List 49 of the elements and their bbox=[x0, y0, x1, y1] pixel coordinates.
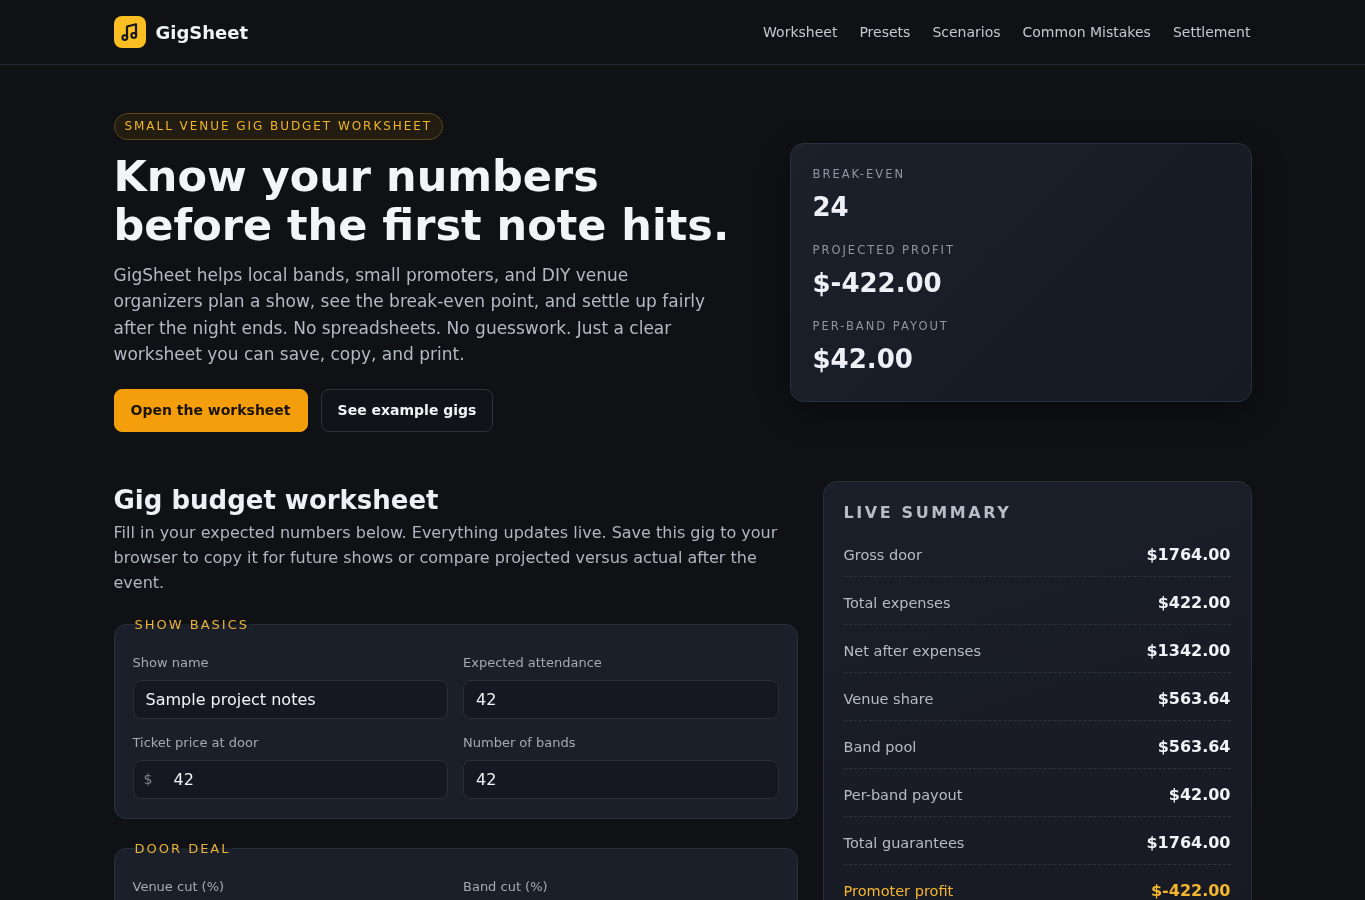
hero-description: GigSheet helps local bands, small promoters, and DIY venue organizers plan a show, see the break-even point, and settle up fairly after the night ends. No spreadsheets. No guesswork. Just a clear worksheet you can save, copy, and print. bbox=[113, 264, 707, 367]
primary-button[interactable]: Open the worksheet bbox=[113, 388, 308, 432]
nav-link[interactable]: Common Mistakes bbox=[1022, 20, 1151, 44]
summary-label: Total expenses bbox=[843, 593, 951, 613]
summary-label: Gross door bbox=[843, 545, 922, 565]
input-field[interactable]: 42 bbox=[463, 679, 779, 719]
summary-value: $1342.00 bbox=[1146, 639, 1231, 661]
stat-label: PER-BAND PAYOUT bbox=[812, 317, 950, 334]
nav-link[interactable]: Presets bbox=[859, 20, 911, 44]
category-badge: SMALL VENUE GIG BUDGET WORKSHEET bbox=[113, 113, 444, 140]
summary-value: $1764.00 bbox=[1146, 543, 1231, 565]
field-label: Band cut (%) bbox=[463, 878, 549, 895]
stat-label: PROJECTED PROFIT bbox=[812, 241, 956, 258]
summary-label: Band pool bbox=[843, 737, 917, 757]
summary-label: Per-band payout bbox=[843, 785, 963, 805]
stat-value: 24 bbox=[812, 190, 850, 223]
summary-value: $1764.00 bbox=[1146, 831, 1231, 853]
summary-label: Net after expenses bbox=[843, 641, 982, 661]
nav-link[interactable]: Settlement bbox=[1172, 20, 1251, 44]
stat-label: BREAK-EVEN bbox=[812, 165, 906, 182]
stat-value: $42.00 bbox=[812, 342, 914, 375]
field-label: Number of bands bbox=[463, 734, 577, 751]
input-field[interactable]: 42 bbox=[463, 759, 779, 799]
nav-link[interactable]: Scenarios bbox=[932, 20, 1001, 44]
section-legend: SHOW BASICS bbox=[133, 616, 250, 633]
stat-value: $-422.00 bbox=[812, 266, 943, 299]
field-label: Expected attendance bbox=[463, 654, 603, 671]
summary-value: $42.00 bbox=[1168, 783, 1231, 805]
summary-value: $563.64 bbox=[1157, 687, 1231, 709]
section-legend: DOOR DEAL bbox=[133, 840, 232, 857]
field-label: Venue cut (%) bbox=[132, 878, 226, 895]
field-label: Ticket price at door bbox=[132, 734, 260, 751]
summary-label: Total guarantees bbox=[843, 833, 965, 853]
brand-name[interactable]: GigSheet bbox=[155, 21, 249, 43]
field-label: Show name bbox=[132, 654, 210, 671]
summary-value: $563.64 bbox=[1157, 735, 1231, 757]
summary-value: $-422.00 bbox=[1151, 879, 1231, 900]
summary-label: Venue share bbox=[843, 689, 934, 709]
input-field[interactable]: Sample project notes bbox=[132, 679, 448, 719]
music-note-logo-icon bbox=[113, 16, 146, 48]
summary-label: Promoter profit bbox=[843, 881, 954, 900]
section-description: Fill in your expected numbers below. Everything updates live. Save this gig to your browser to copy it for future shows or compare projected versus actual after the event. bbox=[113, 521, 779, 594]
section-heading: Gig budget worksheet bbox=[113, 484, 440, 516]
summary-title: LIVE SUMMARY bbox=[843, 502, 1013, 523]
summary-value: $422.00 bbox=[1157, 591, 1231, 613]
secondary-button[interactable]: See example gigs bbox=[320, 388, 494, 432]
nav-link[interactable]: Worksheet bbox=[763, 20, 838, 44]
hero-headline: Know your numbers before the first note hits. bbox=[113, 152, 731, 250]
currency-prefix: $ bbox=[143, 770, 153, 788]
